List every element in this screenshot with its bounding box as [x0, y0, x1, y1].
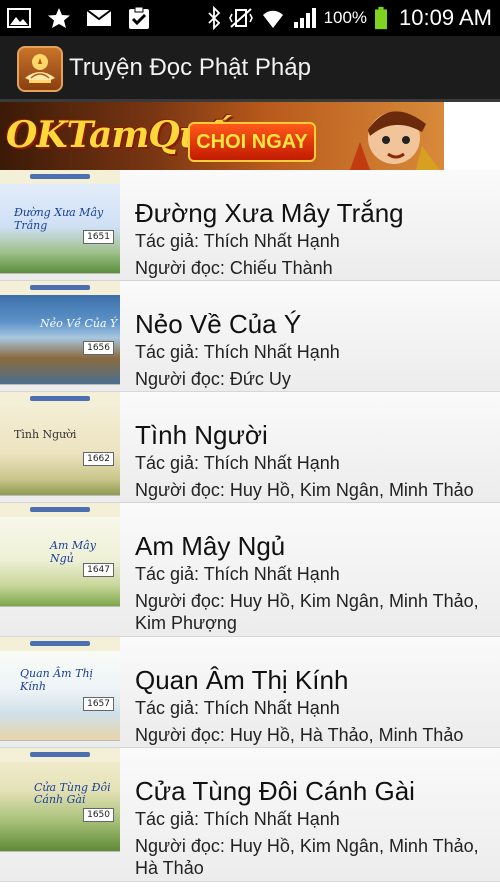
thumbnail-number: 1647 [83, 563, 114, 577]
lotus-app-icon[interactable] [17, 46, 63, 92]
story-thumbnail: Tình Người 1662 [0, 392, 120, 496]
list-item[interactable]: Cửa Tùng Đôi Cánh Gài 1650 Cửa Tùng Đôi … [0, 748, 500, 882]
thumbnail-number: 1656 [83, 341, 114, 355]
story-author: Tác giả: Thích Nhất Hạnh [135, 698, 340, 718]
signal-icon [293, 8, 316, 28]
wifi-icon [262, 10, 283, 28]
story-title: Cửa Tùng Đôi Cánh Gài [135, 776, 415, 806]
battery-percent: 100% [323, 8, 368, 27]
status-bar: 100% 10:09 AM [0, 0, 500, 36]
story-reader: Người đọc: Huy Hồ, Kim Ngân, Minh Thảo [135, 480, 474, 500]
story-author: Tác giả: Thích Nhất Hạnh [135, 809, 340, 829]
thumbnail-caption: Đường Xưa Mây Trắng [14, 206, 104, 232]
banner-character-image [350, 111, 440, 170]
bluetooth-icon [207, 6, 220, 30]
list-item[interactable]: Đường Xưa Mây Trắng 1651 Đường Xưa Mây T… [0, 170, 500, 281]
star-icon [48, 8, 70, 28]
story-title: Đường Xưa Mây Trắng [135, 198, 404, 228]
story-title: Nẻo Về Của Ý [135, 309, 302, 339]
thumbnail-caption: Nẻo Về Của Ý [40, 317, 118, 330]
story-thumbnail: Nẻo Về Của Ý 1656 [0, 281, 120, 385]
image-icon [7, 8, 31, 28]
action-bar: Truyện Đọc Phật Pháp [0, 36, 500, 102]
list-item[interactable]: Am Mây Ngủ 1647 Am Mây Ngủ Tác giả: Thíc… [0, 503, 500, 637]
thumbnail-number: 1651 [83, 230, 114, 244]
list-item[interactable]: Nẻo Về Của Ý 1656 Nẻo Về Của Ý Tác giả: … [0, 281, 500, 392]
story-reader: Người đọc: Đức Uy [135, 369, 291, 389]
thumbnail-number: 1662 [83, 452, 114, 466]
thumbnail-caption: Am Mây Ngủ [50, 539, 96, 565]
list-item[interactable]: Quan Âm Thị Kính 1657 Quan Âm Thị Kính T… [0, 637, 500, 748]
story-reader: Người đọc: Chiếu Thành [135, 258, 333, 278]
story-author: Tác giả: Thích Nhất Hạnh [135, 564, 340, 584]
story-title: Tình Người [135, 420, 268, 450]
list-item[interactable]: Tình Người 1662 Tình Người Tác giả: Thíc… [0, 392, 500, 503]
story-thumbnail: Cửa Tùng Đôi Cánh Gài 1650 [0, 748, 120, 852]
battery-icon [375, 6, 388, 30]
story-title: Am Mây Ngủ [135, 531, 286, 561]
story-reader: Người đọc: Huy Hồ, Kim Ngân, Minh Thảo, … [135, 836, 479, 878]
ad-banner[interactable]: OKTamQuốc CHOI NGAY [0, 102, 444, 170]
story-reader: Người đọc: Huy Hồ, Kim Ngân, Minh Thảo, … [135, 591, 479, 633]
story-author: Tác giả: Thích Nhất Hạnh [135, 453, 340, 473]
mail-icon [86, 9, 112, 26]
story-thumbnail: Đường Xưa Mây Trắng 1651 [0, 170, 120, 274]
vibrate-mute-icon [228, 8, 253, 28]
story-thumbnail: Am Mây Ngủ 1647 [0, 503, 120, 607]
story-author: Tác giả: Thích Nhất Hạnh [135, 342, 340, 362]
thumbnail-caption: Cửa Tùng Đôi Cánh Gài [34, 781, 111, 806]
thumbnail-number: 1657 [83, 697, 114, 711]
thumbnail-caption: Quan Âm Thị Kính [20, 667, 94, 693]
app-title: Truyện Đọc Phật Pháp [69, 54, 311, 81]
thumbnail-number: 1650 [83, 808, 114, 822]
clock: 10:09 AM [399, 5, 492, 30]
story-title: Quan Âm Thị Kính [135, 665, 349, 695]
clipboard-check-icon [129, 6, 149, 29]
play-now-button[interactable]: CHOI NGAY [188, 122, 316, 162]
story-thumbnail: Quan Âm Thị Kính 1657 [0, 637, 120, 741]
story-author: Tác giả: Thích Nhất Hạnh [135, 231, 340, 251]
story-reader: Người đọc: Huy Hồ, Hà Thảo, Minh Thảo [135, 725, 464, 745]
thumbnail-caption: Tình Người [14, 428, 77, 441]
